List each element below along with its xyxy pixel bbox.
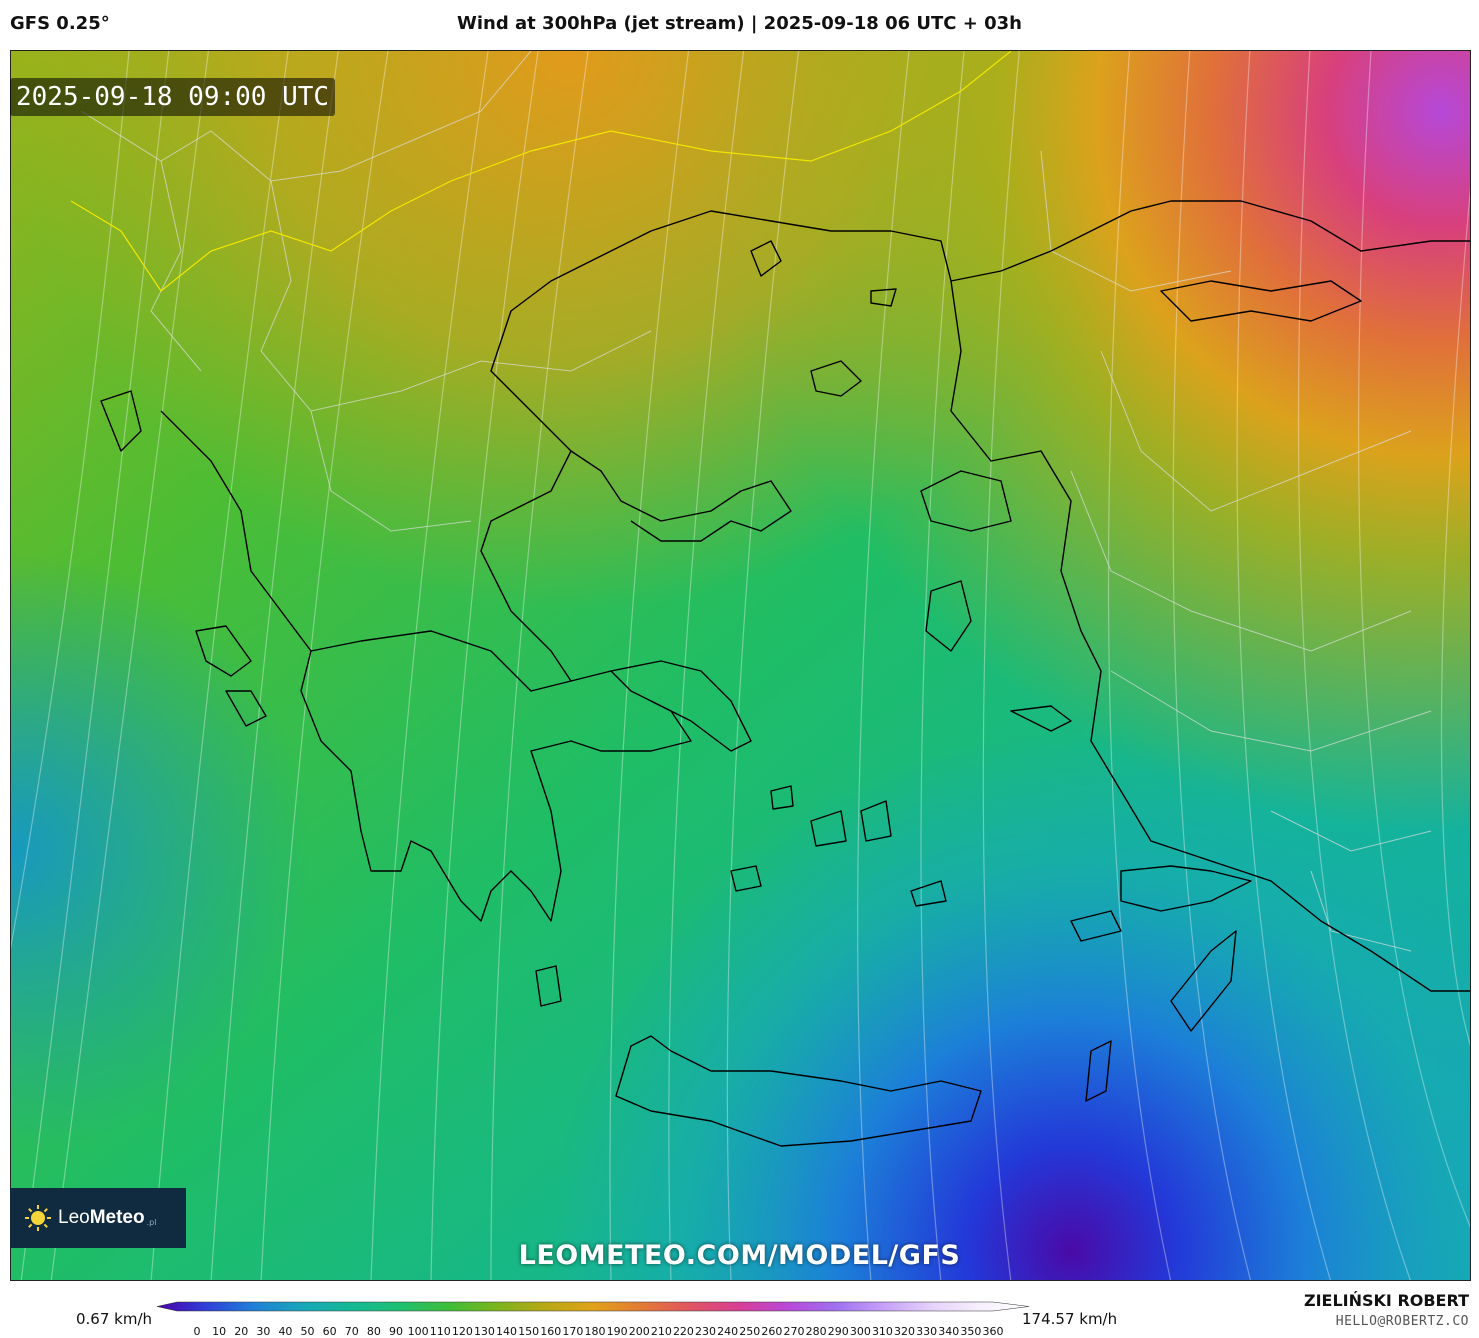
colorbar-tick: 300 xyxy=(850,1325,871,1336)
colorbar-tick: 130 xyxy=(474,1325,495,1336)
colorbar-tick: 90 xyxy=(389,1325,403,1336)
colorbar-tick: 310 xyxy=(872,1325,893,1336)
colorbar-tick: 230 xyxy=(695,1325,716,1336)
wind-map-canvas xyxy=(11,51,1470,1280)
colorbar-tick: 220 xyxy=(673,1325,694,1336)
colorbar-tick: 260 xyxy=(761,1325,782,1336)
colorbar-tick: 50 xyxy=(301,1325,315,1336)
colorbar-tick: 240 xyxy=(717,1325,738,1336)
colorbar-tick: 290 xyxy=(828,1325,849,1336)
colorbar-tick: 180 xyxy=(585,1325,606,1336)
colorbar-tick: 270 xyxy=(784,1325,805,1336)
colorbar-tick: 40 xyxy=(278,1325,292,1336)
colorbar-tick: 150 xyxy=(518,1325,539,1336)
colorbar-tick: 80 xyxy=(367,1325,381,1336)
colorbar-min-label: 0.67 km/h xyxy=(76,1310,153,1328)
logo-suffix: .pl xyxy=(146,1217,157,1227)
author-email[interactable]: HELLO@ROBERTZ.CO xyxy=(1336,1314,1469,1329)
colorbar-tick: 250 xyxy=(739,1325,760,1336)
colorbar-tick: 20 xyxy=(234,1325,248,1336)
watermark-url[interactable]: LEOMETEO.COM/MODEL/GFS xyxy=(0,1240,1479,1271)
colorbar-tick: 0 xyxy=(194,1325,201,1336)
colorbar-tick: 10 xyxy=(212,1325,226,1336)
colorbar-max-label: 174.57 km/h xyxy=(1022,1310,1118,1328)
colorbar-tick: 200 xyxy=(629,1325,650,1336)
logo-text: LeoMeteo xyxy=(58,1207,145,1228)
colorbar-tick: 210 xyxy=(651,1325,672,1336)
colorbar-tick: 340 xyxy=(938,1325,959,1336)
colorbar-tick: 140 xyxy=(496,1325,517,1336)
colorbar-tick: 100 xyxy=(408,1325,429,1336)
colorbar-tick: 360 xyxy=(983,1325,1004,1336)
colorbar-tick: 330 xyxy=(916,1325,937,1336)
colorbar-gradient xyxy=(156,1301,1030,1312)
colorbar-tick: 190 xyxy=(607,1325,628,1336)
author-credit: ZIELIŃSKI ROBERT xyxy=(1303,1291,1469,1310)
leometeo-logo[interactable]: LeoMeteo .pl xyxy=(10,1188,186,1248)
sun-icon xyxy=(24,1204,52,1232)
colorbar-tick: 160 xyxy=(540,1325,561,1336)
colorbar-tick: 110 xyxy=(430,1325,451,1336)
colorbar-tick: 170 xyxy=(562,1325,583,1336)
valid-time-badge: 2025-09-18 09:00 UTC xyxy=(10,78,336,116)
colorbar-tick: 120 xyxy=(452,1325,473,1336)
colorbar-tick: 320 xyxy=(894,1325,915,1336)
wind-map[interactable] xyxy=(10,50,1471,1281)
colorbar-tick: 30 xyxy=(256,1325,270,1336)
colorbar-tick: 70 xyxy=(345,1325,359,1336)
colorbar-tick: 350 xyxy=(960,1325,981,1336)
colorbar-tick: 60 xyxy=(323,1325,337,1336)
colorbar: 0 10 20 30 40 50 60 70 80 90 100 110 120 130 140 150 160… xyxy=(156,1301,1030,1336)
chart-title: Wind at 300hPa (jet stream) | 2025-09-18… xyxy=(457,13,1022,34)
colorbar-tick: 280 xyxy=(806,1325,827,1336)
